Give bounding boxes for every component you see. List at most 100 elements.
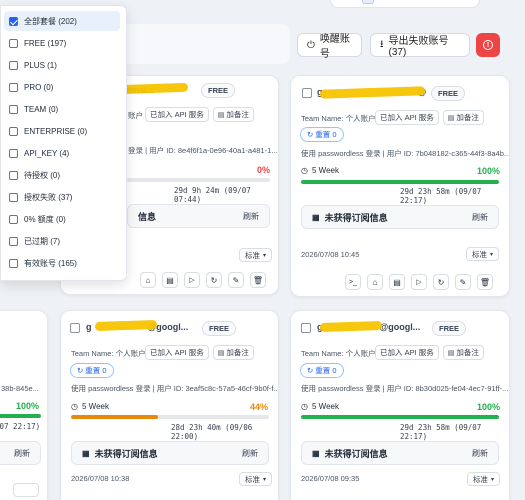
filter-option-label: FREE (197) [24, 38, 67, 48]
team-name: 账户 [128, 111, 143, 120]
filter-option[interactable]: 全部套餐 (202) [4, 11, 120, 31]
percent-label: 100% [16, 401, 40, 411]
clock-icon: ◷ [71, 402, 78, 411]
filter-option[interactable]: ENTERPRISE (0) [4, 121, 120, 141]
danger-button[interactable]: ! [476, 33, 500, 57]
filter-option-label: PRO (0) [24, 82, 54, 92]
file-icon: ▤ [393, 277, 401, 287]
filter-option[interactable]: 有效账号 (165) [4, 253, 120, 273]
chevron-down-icon: ▾ [491, 476, 495, 483]
filter-option[interactable]: 0% 额度 (0) [4, 209, 120, 229]
created-date: 2026/07/08 09:35 [301, 474, 360, 483]
refresh-button[interactable]: 刷新 [472, 212, 488, 223]
refresh-button[interactable]: 刷新 [14, 448, 30, 459]
wake-account-button[interactable]: ⏻ 唤醒账号 [297, 33, 362, 60]
reset-badge[interactable]: ↻ 重置 0 [300, 127, 344, 142]
edit-button[interactable]: ✎ [455, 274, 471, 290]
tag-button[interactable]: ⌂ [140, 272, 156, 288]
add-note-button[interactable]: ▤ 加备注 [212, 107, 254, 122]
filter-option[interactable]: API_KEY (4) [4, 143, 120, 163]
team-name: Team Name: 个人账户 [71, 349, 146, 358]
refresh-button[interactable]: 刷新 [243, 211, 259, 222]
refresh-button[interactable]: 刷新 [472, 448, 488, 459]
filter-option[interactable]: TEAM (0) [4, 99, 120, 119]
created-date: 2026/07/08 10:38 [71, 474, 130, 483]
add-note-button[interactable]: ▤ 加备注 [212, 345, 254, 360]
reset-badge[interactable]: ↻ 重置 0 [300, 363, 344, 378]
team-name: Team Name: 个人账户 [301, 114, 376, 123]
filter-option[interactable]: PLUS (1) [4, 55, 120, 75]
chevron-down-icon: ▾ [263, 252, 267, 259]
calendar-icon: ▦ [312, 448, 320, 458]
top-partial-toggle[interactable] [362, 0, 374, 4]
mode-select[interactable]: 标准 ▾ [466, 247, 500, 261]
filter-checkbox[interactable] [9, 82, 18, 92]
filter-checkbox[interactable] [9, 148, 18, 158]
filter-option[interactable]: FREE (197) [4, 33, 120, 53]
select-checkbox[interactable] [301, 323, 311, 333]
select-checkbox[interactable] [70, 323, 80, 333]
delete-button[interactable]: 🗑 [477, 274, 493, 290]
file-icon: ▤ [166, 275, 174, 285]
filter-checkbox[interactable] [9, 236, 18, 246]
api-service-tag: 已加入 API 服务 [145, 345, 209, 360]
filter-checkbox[interactable] [9, 16, 18, 26]
filter-checkbox[interactable] [9, 192, 18, 202]
filter-checkbox[interactable] [9, 38, 18, 48]
mode-select[interactable]: 标准 ▾ [239, 248, 273, 262]
doc-button[interactable]: ▤ [389, 274, 405, 290]
filter-option-label: PLUS (1) [24, 60, 57, 70]
usage-bar [0, 414, 41, 418]
filter-checkbox[interactable] [9, 104, 18, 114]
refresh-icon: ↻ [77, 366, 84, 375]
play-button[interactable]: ▷ [411, 274, 427, 290]
usage-bar [71, 415, 269, 419]
note-icon: ▤ [217, 349, 225, 357]
filter-checkbox[interactable] [9, 170, 18, 180]
edit-button[interactable]: ✎ [228, 272, 244, 288]
filter-checkbox[interactable] [9, 214, 18, 224]
filter-checkbox[interactable] [9, 126, 18, 136]
percent-label: 100% [477, 166, 501, 176]
mode-select[interactable]: 标准 ▾ [467, 472, 501, 486]
filter-option[interactable]: 待授权 (0) [4, 165, 120, 185]
clock-icon: ◷ [301, 402, 308, 411]
tag-button[interactable]: ⌂ [367, 274, 383, 290]
user-id-line: 38b-845e... [1, 384, 39, 393]
remaining-time: 29d 23h 58m (09/07 22:17) [400, 423, 482, 441]
top-partial-field[interactable] [330, 0, 480, 8]
filter-checkbox[interactable] [9, 258, 18, 268]
alert-icon: ! [483, 40, 493, 50]
mode-select[interactable] [13, 483, 39, 497]
account-card: g@ FREE Team Name: 个人账户 已加入 API 服务 ▤加备注 … [290, 75, 510, 297]
delete-button[interactable]: 🗑 [250, 272, 266, 288]
remaining-time: 29d 9h 24m (09/07 07:44) [174, 186, 251, 204]
filter-option[interactable]: 已过期 (7) [4, 231, 120, 251]
filter-checkbox[interactable] [9, 60, 18, 70]
user-id-line: 使用 passwordless 登录 | 用户 ID: 3eaf5c8c-57a… [71, 384, 279, 393]
play-button[interactable]: ▷ [184, 272, 200, 288]
trash-icon: 🗑 [479, 277, 491, 287]
reload-button[interactable]: ↻ [206, 272, 222, 288]
refresh-button[interactable]: 刷新 [242, 448, 258, 459]
export-failed-button[interactable]: ⭳ 导出失败账号 (37) [370, 33, 470, 58]
plan-badge: FREE [201, 83, 236, 98]
doc-button[interactable]: ▤ [162, 272, 178, 288]
filter-option[interactable]: 授权失败 (37) [4, 187, 120, 207]
filter-option[interactable]: PRO (0) [4, 77, 120, 97]
add-note-button[interactable]: ▤ 加备注 [442, 345, 484, 360]
plan-badge: FREE [202, 321, 237, 336]
plan-badge: FREE [432, 321, 467, 336]
account-card: g@googl... FREE Team Name: 个人账户 已加入 API … [290, 310, 510, 500]
usage-bar-fill [301, 180, 499, 184]
subscription-box: 刷新 [0, 441, 41, 465]
reload-button[interactable]: ↻ [433, 274, 449, 290]
reset-badge[interactable]: ↻ 重置 0 [70, 363, 114, 378]
filter-option-label: 有效账号 (165) [24, 258, 77, 268]
refresh-icon: ↻ [307, 130, 314, 139]
calendar-icon: ▦ [82, 448, 90, 458]
mode-select[interactable]: 标准 ▾ [239, 472, 273, 486]
add-note-button[interactable]: ▤ 加备注 [442, 110, 484, 125]
terminal-button[interactable]: >_ [345, 274, 361, 290]
select-checkbox[interactable] [302, 88, 312, 98]
